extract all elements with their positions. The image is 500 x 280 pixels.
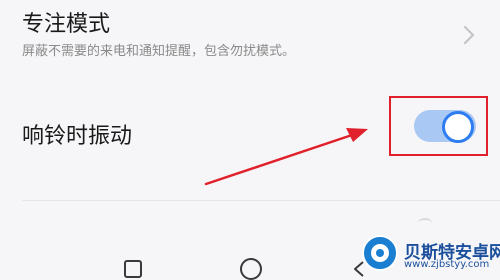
watermark-logo-icon <box>362 235 398 271</box>
watermark: 贝斯特安卓网 www.zjbstyy.com <box>360 234 500 273</box>
system-navbar <box>0 230 380 280</box>
vibrate-on-ring-toggle[interactable] <box>414 110 476 143</box>
recent-apps-icon[interactable] <box>124 260 142 278</box>
focus-mode-title: 专注模式 <box>22 12 111 37</box>
home-icon[interactable] <box>240 258 262 280</box>
divider <box>22 200 500 201</box>
vibrate-on-ring-label: 响铃时振动 <box>22 124 133 149</box>
watermark-url: www.zjbstyy.com <box>404 259 490 270</box>
toggle-knob <box>442 111 474 143</box>
faint-ear-icon <box>418 218 432 228</box>
chevron-right-icon <box>463 25 475 45</box>
focus-mode-subtitle: 屏蔽不需要的来电和通知提醒，包含勿扰模式。 <box>22 44 296 59</box>
focus-mode-row[interactable]: 专注模式 屏蔽不需要的来电和通知提醒，包含勿扰模式。 <box>0 0 500 82</box>
annotation-arrow-icon <box>204 128 368 186</box>
